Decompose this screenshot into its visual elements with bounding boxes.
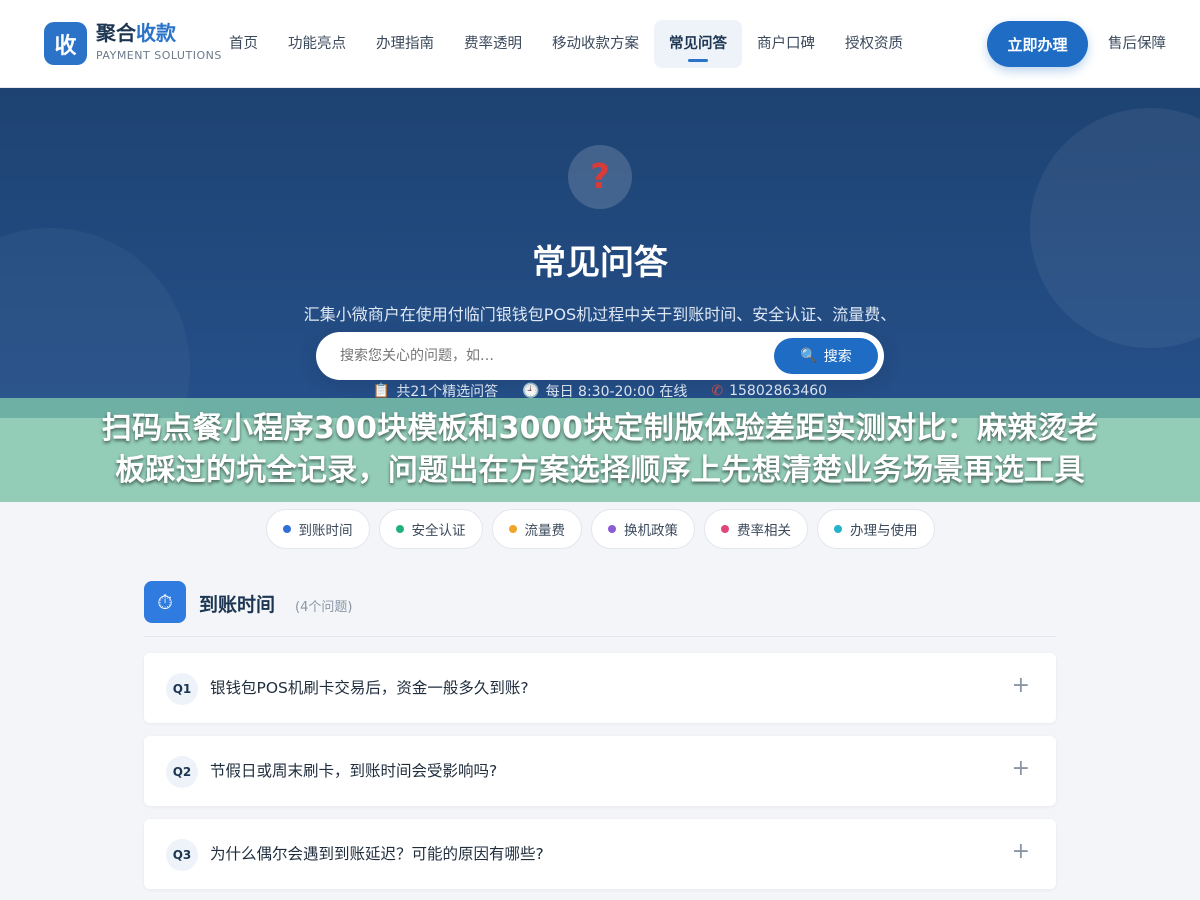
chip-dot	[834, 525, 842, 533]
nav-item-features[interactable]: 功能亮点	[273, 20, 361, 68]
brand-main: 聚合	[96, 21, 136, 45]
chip-label: 流量费	[524, 523, 566, 539]
stopwatch-icon: ⏱	[144, 581, 186, 623]
search-icon: 🔍	[800, 348, 818, 364]
main-nav: 首页 功能亮点 办理指南 费率透明 移动收款方案 常见问答 商户口碑 授权资质	[214, 20, 918, 68]
chip-label: 办理与使用	[850, 523, 918, 539]
clock-icon: 🕘	[522, 383, 540, 399]
chip-label: 安全认证	[411, 523, 466, 539]
decorative-circle	[1030, 108, 1200, 348]
chip-dot	[508, 525, 517, 533]
brand-subtitle: PAYMENT SOLUTIONS	[96, 49, 222, 62]
question-mark-icon: ?	[568, 145, 632, 209]
chip-dot	[395, 525, 404, 533]
chip-dot	[721, 525, 729, 533]
nav-item-faq[interactable]: 常见问答	[654, 20, 742, 68]
category-chip-security[interactable]: 安全认证	[378, 509, 483, 549]
page-title: 常见问答	[532, 243, 668, 283]
search-button-label: 搜索	[823, 349, 852, 365]
chip-label: 费率相关	[737, 523, 791, 539]
brand-accent: 收款	[136, 21, 176, 45]
expand-plus-icon[interactable]: +	[1012, 756, 1030, 781]
faq-item[interactable]: Q3 为什么偶尔会遇到到账延迟？可能的原因有哪些? +	[144, 819, 1056, 889]
category-chip-device-exchange[interactable]: 换机政策	[591, 509, 695, 549]
apply-now-button[interactable]: 立即办理	[987, 21, 1088, 67]
brand[interactable]: 聚合收款 PAYMENT SOLUTIONS	[96, 20, 222, 62]
category-chip-arrival-time[interactable]: 到账时间	[265, 509, 370, 549]
nav-item-mobile-solutions[interactable]: 移动收款方案	[537, 20, 654, 68]
category-chip-apply-use[interactable]: 办理与使用	[817, 509, 935, 549]
question-number-badge: Q2	[166, 756, 198, 788]
nav-item-rates[interactable]: 费率透明	[449, 20, 537, 68]
phone-icon: ✆	[711, 383, 724, 399]
nav-item-guide[interactable]: 办理指南	[361, 20, 449, 68]
clipboard-icon: 📋	[372, 383, 391, 399]
banner-line-2: 板踩过的坑全记录，问题出在方案选择顺序上先想清楚业务场景再选工具	[115, 453, 1085, 488]
category-filter: 到账时间 安全认证 流量费 换机政策 费率相关 办理与使用	[0, 509, 1200, 549]
search-input[interactable]	[340, 332, 740, 380]
chip-dot	[608, 525, 616, 533]
site-header: 收 聚合收款 PAYMENT SOLUTIONS 首页 功能亮点 办理指南 费率…	[0, 0, 1200, 88]
question-number-badge: Q1	[166, 673, 198, 705]
question-number-badge: Q3	[166, 839, 198, 871]
section-count: (4个问题)	[295, 600, 353, 615]
faq-item[interactable]: Q1 银钱包POS机刷卡交易后，资金一般多久到账? +	[144, 653, 1056, 723]
search-button[interactable]: 🔍 搜索	[774, 338, 878, 374]
question-text: 银钱包POS机刷卡交易后，资金一般多久到账?	[210, 679, 529, 697]
category-chip-data-fee[interactable]: 流量费	[491, 509, 582, 549]
question-text: 为什么偶尔会遇到到账延迟？可能的原因有哪些?	[210, 845, 544, 863]
meta-phone-text[interactable]: 15802863460	[729, 383, 827, 399]
section-title: 到账时间	[199, 594, 276, 616]
nav-item-reviews[interactable]: 商户口碑	[742, 20, 830, 68]
question-text: 节假日或周末刷卡，到账时间会受影响吗?	[210, 762, 498, 780]
banner-line-1: 扫码点餐小程序300块模板和3000块定制版体验差距实测对比：麻辣烫老	[101, 411, 1099, 446]
chip-dot	[282, 525, 291, 533]
overlay-banner: 扫码点餐小程序300块模板和3000块定制版体验差距实测对比：麻辣烫老 板踩过的…	[0, 398, 1200, 502]
nav-item-licenses[interactable]: 授权资质	[830, 20, 918, 68]
search-bar: 🔍 搜索	[316, 332, 884, 380]
expand-plus-icon[interactable]: +	[1012, 673, 1030, 698]
chip-label: 到账时间	[298, 523, 353, 539]
expand-plus-icon[interactable]: +	[1012, 839, 1030, 864]
faq-item[interactable]: Q2 节假日或周末刷卡，到账时间会受影响吗? +	[144, 736, 1056, 806]
nav-item-after-sales[interactable]: 售后保障	[1108, 20, 1166, 68]
chip-label: 换机政策	[624, 523, 678, 539]
logo-icon[interactable]: 收	[44, 22, 87, 65]
section-header: ⏱ 到账时间 (4个问题)	[144, 581, 1056, 637]
category-chip-rates[interactable]: 费率相关	[704, 509, 808, 549]
nav-item-home[interactable]: 首页	[214, 20, 273, 68]
